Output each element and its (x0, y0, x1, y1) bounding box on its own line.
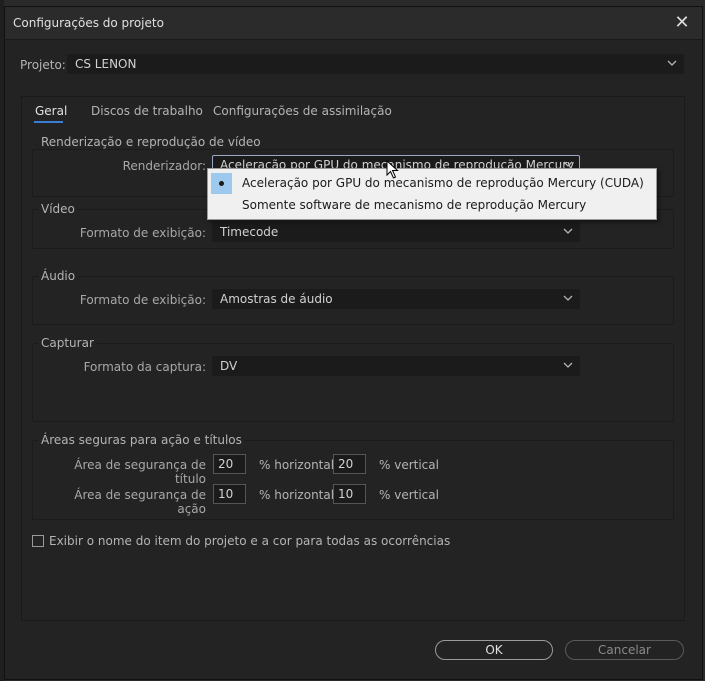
title-horizontal-unit: % horizontal (259, 458, 335, 472)
capture-group (32, 343, 674, 422)
cancel-button[interactable]: Cancelar (565, 640, 684, 660)
chevron-down-icon (563, 228, 573, 234)
renderer-label: Renderizador: (122, 159, 206, 173)
video-format-value: Timecode (220, 225, 279, 239)
renderer-option-label: Somente software de mecanismo de reprodu… (242, 198, 587, 212)
mouse-pointer-icon (386, 160, 399, 179)
tab-scratch-disks[interactable]: Discos de trabalho (91, 104, 203, 118)
project-select[interactable]: CS LENON (67, 54, 684, 74)
action-horizontal-unit: % horizontal (259, 488, 335, 502)
title-safe-vertical-input[interactable]: 20 (333, 454, 366, 474)
close-icon[interactable]: ✕ (672, 13, 692, 33)
audio-format-value: Amostras de áudio (220, 292, 333, 306)
ok-button[interactable]: OK (435, 640, 553, 660)
video-format-label: Formato de exibição: (79, 226, 206, 240)
chevron-down-icon (563, 295, 573, 301)
tab-ingest-settings[interactable]: Configurações de assimilação (213, 104, 392, 118)
renderer-dropdown-list: Aceleração por GPU do mecanismo de repro… (207, 168, 657, 220)
chevron-down-icon (667, 60, 677, 66)
renderer-option-software[interactable]: Somente software de mecanismo de reprodu… (208, 194, 656, 216)
active-tab-indicator (34, 121, 63, 123)
tab-general[interactable]: Geral (35, 104, 67, 118)
action-vertical-unit: % vertical (379, 488, 439, 502)
audio-format-select[interactable]: Amostras de áudio (212, 289, 580, 309)
video-group-title: Vídeo (38, 202, 78, 216)
dialog-title: Configurações do projeto (13, 16, 164, 30)
renderer-option-gpu-cuda[interactable]: Aceleração por GPU do mecanismo de repro… (208, 172, 656, 194)
capture-format-select[interactable]: DV (212, 356, 580, 376)
capture-format-value: DV (220, 359, 238, 373)
action-safe-label: Área de segurança de ação (74, 488, 206, 516)
chevron-down-icon (563, 362, 573, 368)
title-vertical-unit: % vertical (379, 458, 439, 472)
capture-format-label: Formato da captura: (83, 360, 206, 374)
show-item-name-checkbox[interactable] (32, 535, 44, 547)
renderer-option-label: Aceleração por GPU do mecanismo de repro… (242, 176, 644, 190)
audio-format-label: Formato de exibição: (79, 293, 206, 307)
safe-areas-group-title: Áreas seguras para ação e títulos (38, 433, 245, 447)
title-bar: Configurações do projeto ✕ (5, 7, 702, 40)
selected-dot-icon (219, 181, 224, 186)
video-format-select[interactable]: Timecode (212, 222, 580, 242)
selected-option-marker (211, 173, 232, 194)
project-select-value: CS LENON (75, 57, 137, 71)
project-settings-dialog: Configurações do projeto ✕ Projeto: CS L… (4, 6, 703, 680)
show-item-name-label: Exibir o nome do item do projeto e a cor… (49, 534, 451, 548)
audio-group-title: Áudio (38, 269, 79, 283)
capture-group-title: Capturar (38, 336, 97, 350)
title-safe-horizontal-input[interactable]: 20 (213, 454, 246, 474)
title-safe-label: Área de segurança de título (74, 458, 206, 486)
action-safe-horizontal-input[interactable]: 10 (213, 484, 246, 504)
project-label: Projeto: (20, 58, 66, 72)
render-group-title: Renderização e reprodução de vídeo (38, 135, 264, 149)
action-safe-vertical-input[interactable]: 10 (333, 484, 366, 504)
